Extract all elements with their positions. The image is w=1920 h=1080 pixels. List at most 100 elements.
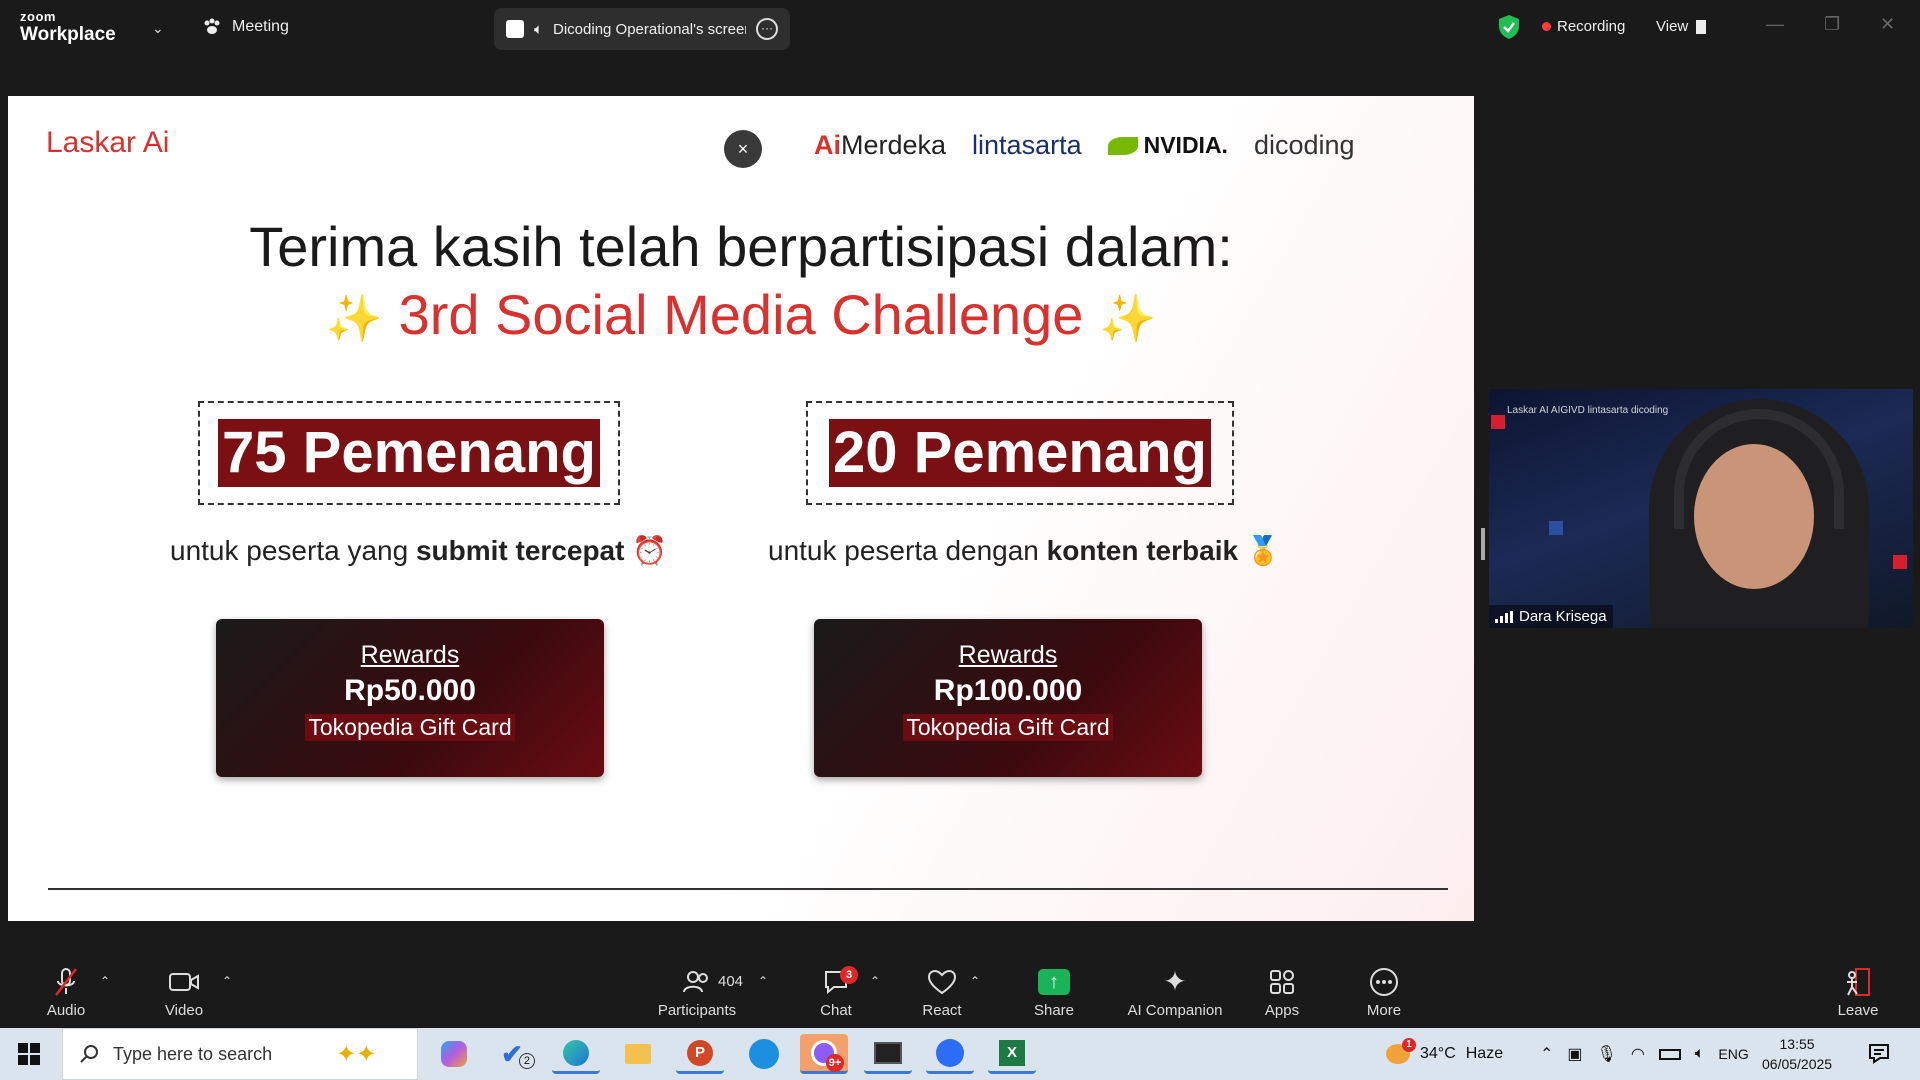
aim-prefix: Ai — [814, 130, 841, 160]
apps-icon — [1270, 969, 1294, 994]
close-icon[interactable]: × — [724, 130, 762, 168]
react-button[interactable]: React — [916, 956, 968, 1028]
reward-amount: Rp50.000 — [344, 674, 476, 707]
chat-options-caret-icon[interactable]: ⌃ — [870, 974, 880, 988]
lintasarta-logo: lintasarta — [972, 130, 1082, 160]
stop-share-icon[interactable] — [506, 20, 524, 38]
video-options-caret-icon[interactable]: ⌃ — [222, 974, 232, 988]
restore-icon[interactable]: ❐ — [1824, 14, 1840, 35]
sparkle-icon: ✨ — [1098, 292, 1157, 344]
background-decoration — [1549, 521, 1563, 535]
background-decoration — [1893, 555, 1907, 569]
share-arrow-icon: ↑ — [1038, 968, 1070, 995]
audio-button[interactable]: Audio — [40, 956, 92, 1028]
signal-bars-icon — [1495, 610, 1513, 623]
powerpoint-app-icon[interactable]: P — [676, 1034, 724, 1074]
participants-label: Participants — [657, 1001, 737, 1019]
excel-app-icon[interactable]: X — [988, 1034, 1036, 1074]
windows-start-icon[interactable] — [18, 1043, 40, 1065]
medal-icon: 🏅 — [1245, 535, 1281, 566]
weather-widget[interactable]: 1 34°C Haze — [1386, 1028, 1503, 1080]
ai-companion-button[interactable]: ✦ AI Companion — [1120, 956, 1230, 1028]
background-decoration — [1491, 415, 1505, 429]
chrome-app-icon[interactable]: 9+ — [800, 1034, 848, 1074]
nvidia-logo: NVIDIA. — [1107, 132, 1228, 159]
meet-now-icon[interactable]: ▣ — [1567, 1044, 1582, 1064]
video-label: Video — [164, 1001, 204, 1019]
docker-app-icon[interactable] — [740, 1034, 788, 1074]
view-label: View — [1656, 18, 1689, 35]
video-button[interactable]: Video — [158, 956, 210, 1028]
participants-button[interactable]: Participants — [652, 956, 742, 1028]
encryption-shield-icon[interactable] — [1498, 14, 1520, 40]
dicoding-logo: dicoding — [1253, 130, 1355, 160]
taskbar-search-box[interactable]: Type here to search ✦✦ — [62, 1028, 418, 1080]
todo-app-icon[interactable]: ✔ 2 — [494, 1034, 542, 1074]
slide-title-line2: ✨ 3rd Social Media Challenge ✨ — [8, 282, 1474, 347]
view-menu[interactable]: View — [1656, 18, 1707, 35]
share-label: Share — [1033, 1001, 1075, 1019]
meeting-label: Meeting — [232, 18, 289, 35]
terminal-app-icon[interactable] — [864, 1034, 912, 1074]
challenge-name: 3rd Social Media Challenge — [398, 283, 1084, 346]
system-tray: ⌃ ▣ 🎙︎ ◠ 🔈︎ ENG — [1540, 1028, 1749, 1080]
clock-date: 06/05/2025 — [1762, 1056, 1833, 1072]
zoom-app-icon[interactable] — [926, 1034, 974, 1074]
zoom-workplace-logo[interactable]: zoom Workplace — [20, 10, 116, 44]
more-button[interactable]: More — [1358, 956, 1410, 1028]
file-explorer-icon[interactable] — [614, 1034, 662, 1074]
recording-label: Recording — [1557, 18, 1626, 35]
audio-options-caret-icon[interactable]: ⌃ — [100, 974, 110, 988]
chevron-down-icon[interactable]: ⌄ — [152, 20, 164, 37]
wifi-icon[interactable]: ◠ — [1631, 1044, 1645, 1064]
leave-button[interactable]: Leave — [1832, 956, 1884, 1028]
edge-app-icon[interactable] — [552, 1034, 600, 1074]
participants-count: 404 — [718, 973, 744, 990]
reward-item: Tokopedia Gift Card — [305, 714, 515, 741]
share-button[interactable]: ↑ Share — [1028, 956, 1080, 1028]
participants-options-caret-icon[interactable]: ⌃ — [758, 974, 768, 988]
screen-share-indicator[interactable]: 🔈︎ Dicoding Operational's screen ··· — [494, 8, 790, 50]
microphone-icon[interactable]: 🎙︎ — [1597, 1044, 1617, 1064]
recording-indicator[interactable]: Recording — [1542, 18, 1625, 35]
show-hidden-icons-icon[interactable]: ⌃ — [1540, 1044, 1553, 1064]
weather-badge: 1 — [1402, 1038, 1416, 1052]
ai-sparkle-icon: ✦ — [1163, 966, 1187, 997]
react-options-caret-icon[interactable]: ⌃ — [970, 974, 980, 988]
panel-resize-handle[interactable] — [1481, 528, 1485, 560]
reward-item: Tokopedia Gift Card — [903, 714, 1113, 741]
chat-badge: 3 — [840, 966, 858, 984]
partner-logos: AiMerdeka lintasarta NVIDIA. dicoding — [814, 130, 1355, 161]
todo-badge: 2 — [518, 1053, 535, 1069]
meeting-menu[interactable]: Meeting — [202, 17, 289, 37]
notification-center-icon[interactable] — [1868, 1042, 1890, 1069]
meeting-toolbar: Audio ⌃ Video ⌃ Participants 404 ⌃ Chat … — [0, 956, 1920, 1028]
winners-count-right: 20 Pemenang — [829, 419, 1211, 487]
mic-muted-icon — [55, 967, 77, 996]
slide-divider — [48, 888, 1448, 890]
participants-icon — [683, 970, 708, 992]
criteria-left-bold: submit tercepat — [415, 535, 625, 566]
minimize-icon[interactable]: — — [1766, 14, 1784, 35]
video-camera-icon — [169, 972, 199, 991]
paw-icon — [204, 18, 220, 34]
search-placeholder: Type here to search — [113, 1043, 273, 1064]
criteria-left: untuk peserta yang submit tercepat ⏰ — [170, 534, 667, 567]
ai-merdeka-logo: AiMerdeka — [814, 130, 946, 161]
heart-icon — [927, 969, 957, 994]
reward-card-right: Rewards Rp100.000 Tokopedia Gift Card — [814, 619, 1202, 777]
participant-video-tile[interactable]: Laskar AI AIGIVD lintasarta dicoding Dar… — [1489, 389, 1913, 628]
language-indicator[interactable]: ENG — [1718, 1046, 1748, 1062]
more-options-icon[interactable]: ··· — [756, 18, 778, 40]
participant-name: Dara Krisega — [1519, 608, 1607, 625]
battery-icon[interactable] — [1658, 1048, 1681, 1060]
apps-button[interactable]: Apps — [1256, 956, 1308, 1028]
copilot-app-icon[interactable] — [430, 1034, 478, 1074]
audio-label: Audio — [46, 1001, 86, 1019]
taskbar-clock[interactable]: 13:55 06/05/2025 — [1762, 1034, 1832, 1074]
weather-desc: Haze — [1465, 1045, 1504, 1062]
winners-count-left: 75 Pemenang — [218, 419, 600, 487]
top-bar: zoom Workplace ⌄ Meeting 🔈︎ Dicoding Ope… — [0, 0, 1920, 56]
close-window-icon[interactable]: ✕ — [1880, 14, 1895, 35]
volume-icon[interactable]: 🔈︎ — [1695, 1045, 1705, 1063]
